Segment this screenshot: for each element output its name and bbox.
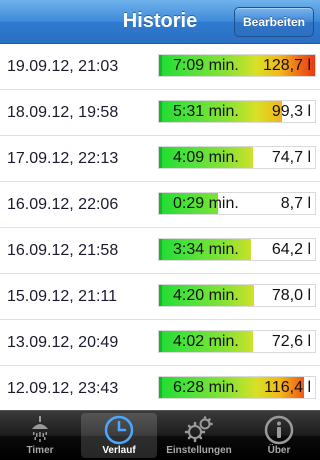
row-volume: 128,7 l [262,57,311,74]
usage-bar-edge [159,377,162,398]
row-volume: 116,4 l [264,379,311,396]
usage-bar-edge [159,331,162,352]
row-volume: 99,3 l [271,103,311,120]
row-duration: 4:20 min. [173,287,239,304]
usage-bar: 5:31 min. 99,3 l [158,100,316,123]
navigation-bar: Historie Bearbeiten [0,0,320,44]
row-date: 19.09.12, 21:03 [7,58,119,75]
usage-bar: 4:02 min. 72,6 l [158,330,316,353]
usage-bar-edge [159,239,162,260]
row-volume: 72,6 l [271,333,311,350]
tab-label: Verlauf [102,445,136,456]
tab-bar: Timer Verlauf Einstellungen Über [0,410,320,460]
row-duration: 6:28 min. [173,379,239,396]
gears-icon [184,416,213,443]
row-duration: 0:29 min. [173,195,239,212]
tab-label: Über [267,445,291,456]
clock-icon [104,415,134,445]
row-date: 15.09.12, 21:11 [7,288,118,305]
row-duration: 7:09 min. [173,57,239,74]
row-duration: 5:31 min. [173,103,239,120]
row-date: 16.09.12, 21:58 [7,242,119,259]
usage-bar: 4:09 min. 74,7 l [158,146,316,169]
row-duration: 4:02 min. [173,333,239,350]
tab-label: Einstellungen [166,445,232,456]
usage-bar-edge [159,101,162,122]
usage-bar: 7:09 min. 128,7 l [158,54,316,77]
row-duration: 4:09 min. [173,149,239,166]
info-icon [264,415,294,445]
row-volume: 78,0 l [271,287,311,304]
history-row[interactable]: 13.09.12, 20:49 4:02 min. 72,6 l [0,320,320,366]
history-row[interactable]: 12.09.12, 23:43 6:28 min. 116,4 l [0,366,320,410]
row-volume: 64,2 l [271,241,311,258]
edit-button[interactable]: Bearbeiten [234,7,314,37]
usage-bar-edge [159,285,162,306]
history-row[interactable]: 19.09.12, 21:03 7:09 min. 128,7 l [0,44,320,90]
history-list[interactable]: 19.09.12, 21:03 7:09 min. 128,7 l 18.09.… [0,44,320,410]
history-row[interactable]: 15.09.12, 21:11 4:20 min. 78,0 l [0,274,320,320]
row-volume: 8,7 l [280,195,311,212]
tab-timer[interactable]: Timer [2,413,78,458]
row-duration: 3:34 min. [173,241,239,258]
history-row[interactable]: 18.09.12, 19:58 5:31 min. 99,3 l [0,90,320,136]
row-date: 12.09.12, 23:43 [7,380,119,397]
row-volume: 74,7 l [271,149,311,166]
history-row[interactable]: 17.09.12, 22:13 4:09 min. 74,7 l [0,136,320,182]
usage-bar-edge [159,147,162,168]
shower-icon [32,416,48,442]
history-row[interactable]: 16.09.12, 22:06 0:29 min. 8,7 l [0,182,320,228]
usage-bar: 4:20 min. 78,0 l [158,284,316,307]
tab-verlauf[interactable]: Verlauf [81,413,157,458]
row-date: 13.09.12, 20:49 [7,334,119,351]
tab-label: Timer [26,445,54,456]
row-date: 18.09.12, 19:58 [7,104,119,121]
history-row[interactable]: 16.09.12, 21:58 3:34 min. 64,2 l [0,228,320,274]
tab-einstellungen[interactable]: Einstellungen [161,413,237,458]
row-date: 16.09.12, 22:06 [7,196,119,213]
usage-bar: 6:28 min. 116,4 l [158,376,316,399]
usage-bar: 3:34 min. 64,2 l [158,238,316,261]
usage-bar-edge [159,55,162,76]
usage-bar-edge [159,193,162,214]
tab-ueber[interactable]: Über [241,413,317,458]
usage-bar: 0:29 min. 8,7 l [158,192,316,215]
row-date: 17.09.12, 22:13 [7,150,119,167]
